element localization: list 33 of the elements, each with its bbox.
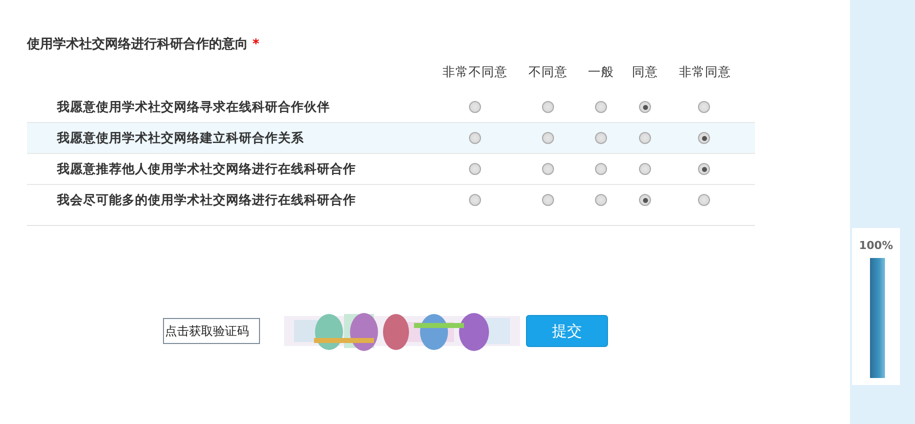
column-header: 一般 [588, 63, 614, 81]
radio-button[interactable] [639, 194, 651, 206]
question-title: 使用学术社交网络进行科研合作的意向 [27, 37, 248, 52]
radio-button[interactable] [698, 132, 710, 144]
radio-button[interactable] [595, 163, 607, 175]
radio-button[interactable] [469, 101, 481, 113]
radio-button[interactable] [639, 132, 651, 144]
statement-label: 我会尽可能多的使用学术社交网络进行在线科研合作 [57, 190, 356, 209]
radio-button[interactable] [542, 163, 554, 175]
statement-label: 我愿意使用学术社交网络建立科研合作关系 [57, 128, 304, 147]
required-mark: * [252, 37, 260, 52]
progress-reading: 100% [859, 238, 893, 254]
radio-button[interactable] [595, 194, 607, 206]
radio-button[interactable] [595, 101, 607, 113]
statement-label: 我愿意使用学术社交网络寻求在线科研合作伙伴 [57, 98, 330, 116]
radio-button[interactable] [469, 163, 481, 175]
radio-button[interactable] [698, 163, 710, 175]
column-header: 非常不同意 [442, 63, 508, 81]
radio-button[interactable] [698, 101, 710, 113]
statement-label: 我愿意推荐他人使用学术社交网络进行在线科研合作 [57, 160, 356, 178]
radio-button[interactable] [542, 101, 554, 113]
captcha-field[interactable]: 点击获取验证码 [163, 318, 260, 344]
radio-button[interactable] [639, 163, 651, 175]
radio-button[interactable] [469, 194, 481, 206]
radio-button[interactable] [595, 132, 607, 144]
radio-button[interactable] [469, 132, 481, 144]
radio-button[interactable] [542, 132, 554, 144]
radio-button[interactable] [639, 101, 651, 113]
column-header: 非常同意 [679, 63, 731, 81]
column-header: 不同意 [528, 63, 568, 81]
radio-button[interactable] [542, 194, 554, 206]
radio-button[interactable] [698, 194, 710, 206]
column-header: 同意 [632, 63, 658, 81]
